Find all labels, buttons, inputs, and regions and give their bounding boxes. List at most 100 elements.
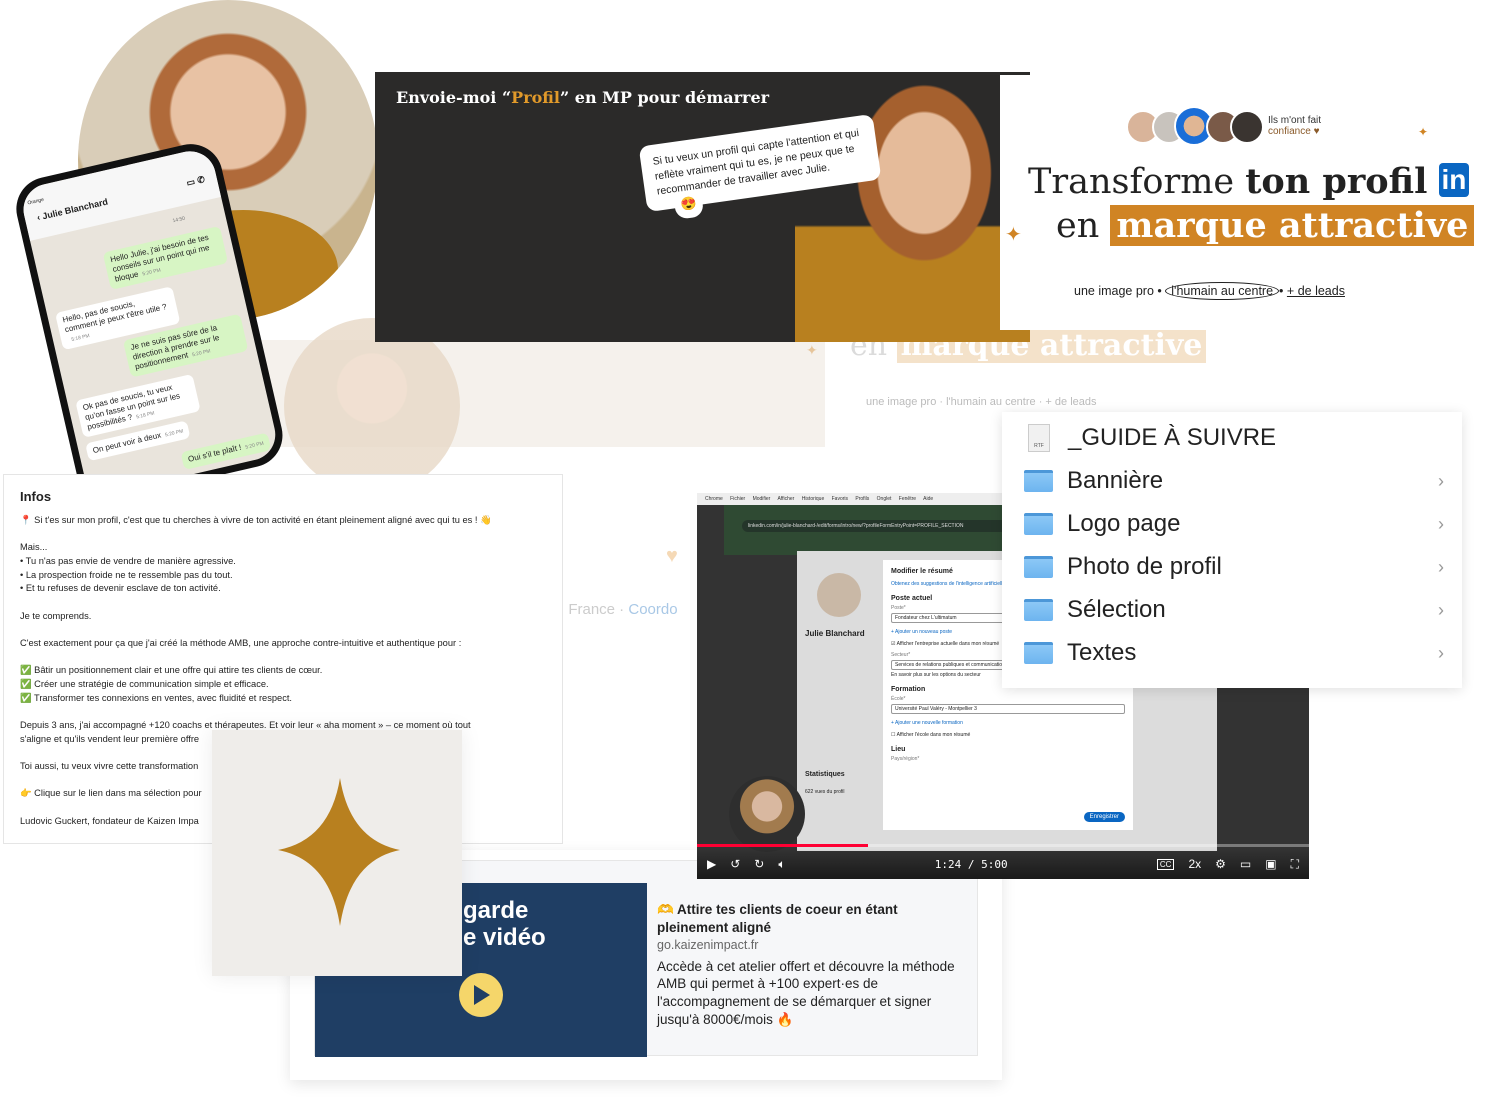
checkbox-label: Afficher l'école dans mon résumé (896, 732, 971, 738)
play-icon[interactable]: ▶ (707, 857, 716, 871)
banner-title-start: Envoie-moi “ (396, 88, 512, 107)
about-paragraph: ✅ Bâtir un positionnement clair et une o… (20, 665, 323, 703)
back-icon[interactable]: ‹ (36, 212, 41, 222)
miniplayer-icon[interactable]: ▣ (1265, 857, 1276, 871)
hero-title-prefix: en (1056, 206, 1100, 246)
item-name: Bannière (1067, 467, 1164, 494)
banner-title-highlight: Profil (511, 88, 560, 107)
folder-icon (1024, 470, 1053, 492)
play-icon[interactable] (459, 973, 503, 1017)
save-button[interactable]: Enregistrer (1083, 812, 1125, 822)
heart-icon: ♥ (666, 545, 678, 567)
item-name: Logo page (1067, 510, 1181, 537)
sparkle-icon: ✦ (806, 342, 818, 358)
folder-icon (1024, 556, 1053, 578)
chevron-right-icon[interactable]: › (1438, 600, 1444, 621)
finder-item[interactable]: RTF _GUIDE À SUIVRE (1024, 418, 1444, 458)
linkedin-banner: Envoie-moi “Profil” en MP pour démarrer … (375, 72, 1030, 342)
finder-item[interactable]: Logo page › (1024, 504, 1444, 544)
chevron-right-icon[interactable]: › (1438, 643, 1444, 664)
tagline-image-pro: une image pro (1074, 284, 1154, 298)
volume-icon[interactable]: 🔈︎ (778, 857, 785, 872)
time-display: 1:24 / 5:00 (934, 857, 1008, 871)
player-controls: ▶ ↺ ↻ 🔈︎ 1:24 / 5:00 CC 2x ⚙ ▭ ▣ ⛶ (697, 849, 1309, 879)
item-name: Sélection (1067, 596, 1166, 623)
tagline-leads: + de leads (1286, 284, 1345, 298)
school-select[interactable]: Université Paul Valéry - Montpellier 3 (891, 704, 1125, 714)
section-location: Lieu (891, 746, 906, 753)
faded-location-text: , France · (560, 601, 629, 618)
link-title[interactable]: 🫶 Attire tes clients de coeur en étant p… (657, 901, 957, 937)
item-name: Photo de profil (1067, 553, 1222, 580)
hero-section: Ils m'ont fait confiance ♥ ✦ ✦ Transforme… (1000, 75, 1475, 330)
faded-location: , France · Coordo (560, 601, 678, 618)
finder-item[interactable]: Sélection › (1024, 590, 1444, 630)
progress-fill (697, 844, 869, 847)
faded-photo-circle (284, 318, 460, 494)
folder-icon (1024, 642, 1053, 664)
chat-header: ‹ Julie Blanchard ▭ ✆ (18, 146, 222, 241)
sparkle-icon: ✦ (1418, 125, 1429, 139)
faded-taglines: une image pro · l'humain au centre · + d… (866, 396, 1097, 408)
about-paragraph: C'est exactement pour ça que j'ai créé l… (20, 638, 462, 649)
finder-item[interactable]: Textes › (1024, 633, 1444, 673)
rtf-file-icon: RTF (1028, 424, 1050, 452)
heart-eyes-emoji-icon: 😍 (673, 194, 705, 220)
video-progress-bar[interactable] (697, 844, 1309, 847)
banner-title-end: ” en MP pour démarrer (560, 88, 770, 107)
finder-item[interactable]: Photo de profil › (1024, 547, 1444, 587)
message-time: 5:20 PM (191, 348, 212, 359)
banner-title: Envoie-moi “Profil” en MP pour démarrer (396, 88, 769, 107)
settings-gear-icon[interactable]: ⚙ (1215, 857, 1226, 871)
video-call-icon[interactable]: ▭ ✆ (185, 174, 206, 189)
fullscreen-icon[interactable]: ⛶ (1291, 857, 1299, 872)
folder-icon (1024, 599, 1053, 621)
link-text: 🫶 Attire tes clients de coeur en étant p… (657, 901, 957, 1029)
message-time: 5:18 PM (135, 410, 156, 421)
avatar (1230, 110, 1264, 144)
finder-item[interactable]: Bannière › (1024, 461, 1444, 501)
message-time: 5:20 PM (164, 428, 184, 439)
address-bar[interactable]: linkedin.com/in/julie-blanchard-/edit/fo… (742, 520, 1022, 532)
separator: • (1157, 284, 1162, 298)
message-time: 14:50 (172, 215, 186, 225)
message-text: Oui s'il te plaît ! (187, 442, 243, 464)
forward-5-icon[interactable]: ↻ (754, 857, 764, 871)
add-education-button[interactable]: + Ajouter une nouvelle formation (891, 720, 1125, 726)
webcam-bubble (729, 776, 805, 852)
profile-name: Julie Blanchard (805, 629, 865, 638)
message-text: On peut voir à deux (91, 430, 162, 456)
chevron-right-icon[interactable]: › (1438, 514, 1444, 535)
message-time: 5:18 PM (70, 333, 91, 344)
chat-message: Hello Julie, j'ai besoin de tes conseils… (102, 225, 229, 290)
sparkle-icon: ✦ (1005, 224, 1022, 246)
chevron-right-icon[interactable]: › (1438, 557, 1444, 578)
show-school-checkbox[interactable]: ☐ Afficher l'école dans mon résumé (891, 732, 1125, 738)
chevron-right-icon[interactable]: › (1438, 471, 1444, 492)
rewind-5-icon[interactable]: ↺ (730, 857, 740, 871)
trust-line-2: confiance ♥ (1268, 126, 1320, 137)
theater-mode-icon[interactable]: ▭ (1240, 857, 1251, 871)
message-time: 5:20 PM (244, 440, 265, 451)
stats-heading: Statistiques (805, 771, 845, 778)
folder-icon (1024, 513, 1053, 535)
tagline-human-centre: l'humain au centre (1165, 282, 1280, 300)
item-name: Textes (1067, 639, 1137, 666)
hero-title-line-1: Transforme ton profil in (1028, 161, 1470, 202)
trust-label: Ils m'ont fait confiance ♥ (1268, 115, 1321, 137)
thumbnail-text-2: e vidéo (463, 924, 546, 951)
field-label: Pays/région* (891, 756, 920, 762)
four-point-star-icon (278, 778, 400, 926)
message-text: Hello, pas de soucis, comment je peux t'… (61, 299, 168, 335)
captions-icon[interactable]: CC (1156, 858, 1175, 870)
profile-avatar (817, 573, 861, 617)
profile-views: 622 vues du profil (805, 789, 845, 795)
about-paragraph: Je te comprends. (20, 610, 92, 621)
current-time: 1:24 (934, 857, 962, 871)
star-card (212, 730, 462, 976)
hero-title-bold: ton profil (1245, 161, 1428, 202)
faded-contact-link: Coordo (628, 601, 678, 618)
playback-speed-button[interactable]: 2x (1188, 857, 1201, 871)
item-name: _GUIDE À SUIVRE (1068, 424, 1277, 451)
hero-title-line-2: en marque attractive (1056, 205, 1475, 246)
